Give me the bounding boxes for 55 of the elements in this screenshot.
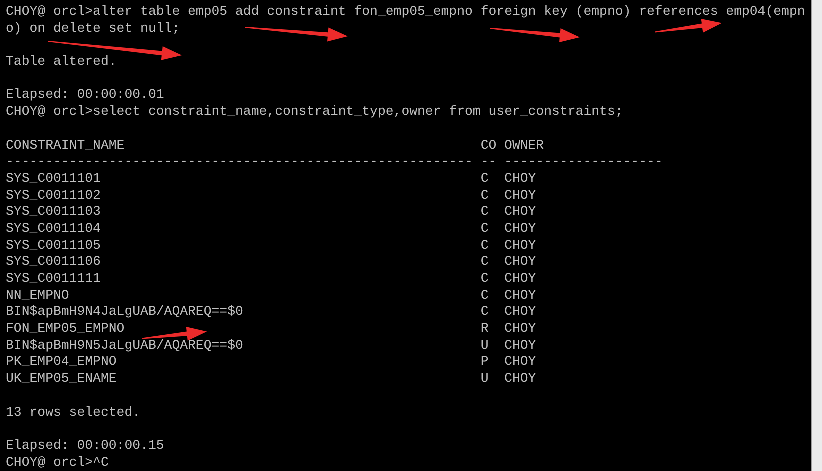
header-rule: -------------------- — [504, 154, 663, 170]
header-rule: ----------------------------------------------------------- — [6, 154, 473, 170]
table-cell: CHOY — [504, 271, 536, 286]
table-cell: CHOY — [504, 220, 536, 236]
table-cell: PK_EMP04_EMPNO — [6, 354, 117, 370]
table-cell: U — [480, 371, 489, 386]
table-cell: SYS_C0011102 — [6, 188, 101, 203]
table-cell: BIN$apBmH9N4JaLgUAB/AQAREQ==$0 — [6, 304, 244, 320]
table-cell: SYS_C0011101 — [6, 170, 101, 186]
table-cell: CHOY — [504, 338, 536, 353]
console-line: o) on delete set null; — [6, 20, 180, 36]
console-line: Elapsed: 00:00:00.01 — [6, 87, 164, 102]
table-cell: C — [480, 170, 489, 186]
table-cell: C — [480, 304, 489, 320]
table-cell: SYS_C0011105 — [6, 238, 101, 253]
table-cell: C — [480, 238, 489, 253]
annotation-arrow — [654, 18, 722, 33]
table-cell: CHOY — [504, 238, 536, 253]
table-cell: C — [480, 188, 489, 203]
table-cell: SYS_C0011111 — [6, 271, 101, 286]
table-cell: CHOY — [504, 321, 536, 336]
table-cell: CHOY — [504, 371, 536, 386]
table-cell: CHOY — [504, 254, 536, 270]
table-cell: CHOY — [504, 288, 536, 303]
table-cell: CHOY — [504, 304, 536, 320]
console-line: CHOY@ orcl>alter table emp05 add constraint fon_emp05_empno foreign key (empno) references emp04(empn — [6, 4, 806, 19]
annotation-arrow — [142, 327, 207, 342]
table-cell: CHOY — [504, 188, 536, 203]
column-header: CONSTRAINT_NAME — [6, 138, 125, 152]
column-header: OWNER — [504, 138, 544, 152]
table-cell: SYS_C0011106 — [6, 254, 101, 270]
table-cell: SYS_C0011103 — [6, 204, 101, 220]
table-cell: C — [480, 271, 489, 286]
table-cell: C — [480, 254, 489, 270]
table-cell: C — [480, 288, 489, 303]
table-cell: C — [480, 220, 489, 236]
table-cell: C — [480, 204, 489, 220]
table-cell: U — [480, 338, 489, 353]
table-cell: SYS_C0011104 — [6, 220, 101, 236]
column-header: CO — [480, 138, 497, 152]
header-rule: -- — [480, 154, 497, 170]
table-cell: CHOY — [504, 354, 536, 370]
console-line: Table altered. — [6, 54, 117, 70]
table-cell: FON_EMP05_EMPNO — [6, 321, 125, 336]
table-cell: BIN$apBmH9N5JaLgUAB/AQAREQ==$0 — [6, 338, 244, 353]
console-line: CHOY@ orcl>select constraint_name,constraint_type,owner from user_constraints; — [6, 104, 624, 120]
table-cell: NN_EMPNO — [6, 288, 70, 303]
table-cell: UK_EMP05_ENAME — [6, 371, 117, 386]
table-cell: P — [480, 354, 489, 370]
console-line: 13 rows selected. — [6, 404, 141, 420]
console-line: Elapsed: 00:00:00.15 — [6, 438, 164, 453]
table-cell: CHOY — [504, 204, 536, 220]
table-cell: CHOY — [504, 170, 536, 186]
console-line: CHOY@ orcl>^C — [6, 454, 109, 470]
table-cell: R — [480, 321, 489, 336]
